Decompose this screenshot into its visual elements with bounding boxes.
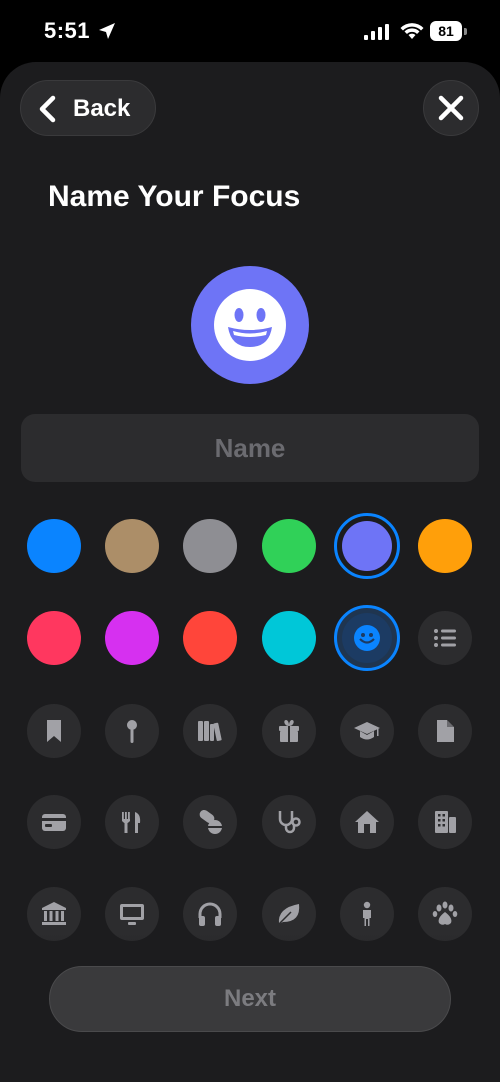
icon-option-gift[interactable] (262, 704, 316, 758)
status-bar: 5:51 81 (0, 0, 500, 62)
focus-name-input[interactable] (21, 414, 479, 482)
color-swatch[interactable] (27, 519, 81, 573)
status-time: 5:51 (44, 18, 91, 43)
icon-option-building[interactable] (418, 795, 472, 849)
list-icon (434, 629, 456, 647)
pills-icon (199, 809, 222, 834)
headphones-icon (198, 902, 222, 926)
stethoscope-icon (278, 811, 301, 834)
close-icon (438, 95, 464, 121)
icon-option-document[interactable] (418, 704, 472, 758)
battery-percent: 81 (438, 23, 454, 39)
color-swatch[interactable] (183, 611, 237, 665)
monitor-icon (120, 904, 144, 925)
color-swatch[interactable] (27, 611, 81, 665)
building-icon (435, 811, 456, 833)
focus-icon-preview (191, 266, 309, 384)
icon-option-house[interactable] (340, 795, 394, 849)
chevron-left-icon (39, 95, 56, 123)
document-icon (437, 720, 454, 742)
location-arrow-icon (99, 23, 115, 39)
icon-option-list[interactable] (418, 611, 472, 665)
icon-option-graduation-cap[interactable] (340, 704, 394, 758)
back-button[interactable]: Back (20, 80, 156, 136)
close-button[interactable] (423, 80, 479, 136)
wifi-icon (400, 23, 424, 39)
page-title: Name Your Focus (48, 180, 301, 213)
icon-option-smiley[interactable] (334, 605, 400, 671)
person-icon (363, 901, 371, 926)
fork-knife-icon (122, 812, 141, 833)
color-swatch-selected[interactable] (334, 513, 400, 579)
battery-indicator: 81 (430, 21, 467, 43)
icon-option-books[interactable] (183, 704, 237, 758)
color-swatch[interactable] (105, 519, 159, 573)
graduation-cap-icon (354, 722, 380, 740)
house-icon (355, 811, 379, 833)
color-swatch[interactable] (183, 519, 237, 573)
next-label: Next (223, 985, 277, 1012)
icon-option-pin[interactable] (105, 704, 159, 758)
paw-icon (432, 901, 458, 925)
icon-option-credit-card[interactable] (27, 795, 81, 849)
smiley-icon (214, 289, 286, 361)
back-label: Back (73, 95, 131, 122)
gift-icon (279, 720, 299, 742)
color-swatch[interactable] (262, 611, 316, 665)
next-button[interactable]: Next (49, 966, 451, 1032)
smiley-icon (354, 625, 380, 651)
color-swatch[interactable] (418, 519, 472, 573)
leaf-icon (278, 904, 300, 925)
books-icon (198, 721, 222, 742)
icon-option-fork-knife[interactable] (105, 795, 159, 849)
cellular-signal-icon (364, 24, 389, 40)
color-swatch[interactable] (262, 519, 316, 573)
icon-option-stethoscope[interactable] (262, 795, 316, 849)
icon-option-pills[interactable] (183, 795, 237, 849)
credit-card-icon (42, 814, 66, 831)
icon-option-bookmark[interactable] (27, 704, 81, 758)
color-swatch[interactable] (105, 611, 159, 665)
bank-icon (42, 902, 66, 925)
pin-icon (127, 720, 137, 743)
focus-setup-sheet: Back Name Your Focus Next (0, 62, 500, 1082)
bookmark-icon (47, 720, 61, 742)
